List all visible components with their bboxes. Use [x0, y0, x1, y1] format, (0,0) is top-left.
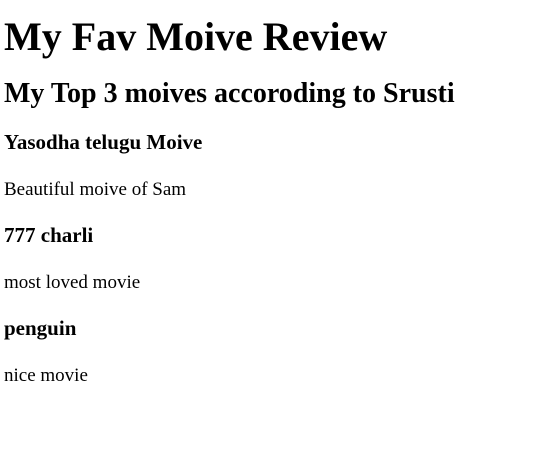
page-content: My Fav Moive Review My Top 3 moives acco…: [0, 14, 554, 387]
movie-review-3: penguin nice movie: [4, 316, 550, 387]
movie-title: Yasodha telugu Moive: [4, 130, 203, 154]
movie-review-text: nice movie: [4, 365, 88, 386]
movie-review-1: Yasodha telugu Moive Beautiful moive of …: [4, 130, 550, 201]
movie-review-text: Beautiful moive of Sam: [4, 179, 187, 200]
movie-title: penguin: [4, 316, 77, 340]
movie-title: 777 charli: [4, 223, 94, 247]
page-subtitle: My Top 3 moives accoroding to Srusti: [4, 78, 455, 109]
movie-review-text: most loved movie: [4, 272, 141, 293]
page-title: My Fav Moive Review: [4, 14, 388, 59]
movie-review-2: 777 charli most loved movie: [4, 223, 550, 294]
